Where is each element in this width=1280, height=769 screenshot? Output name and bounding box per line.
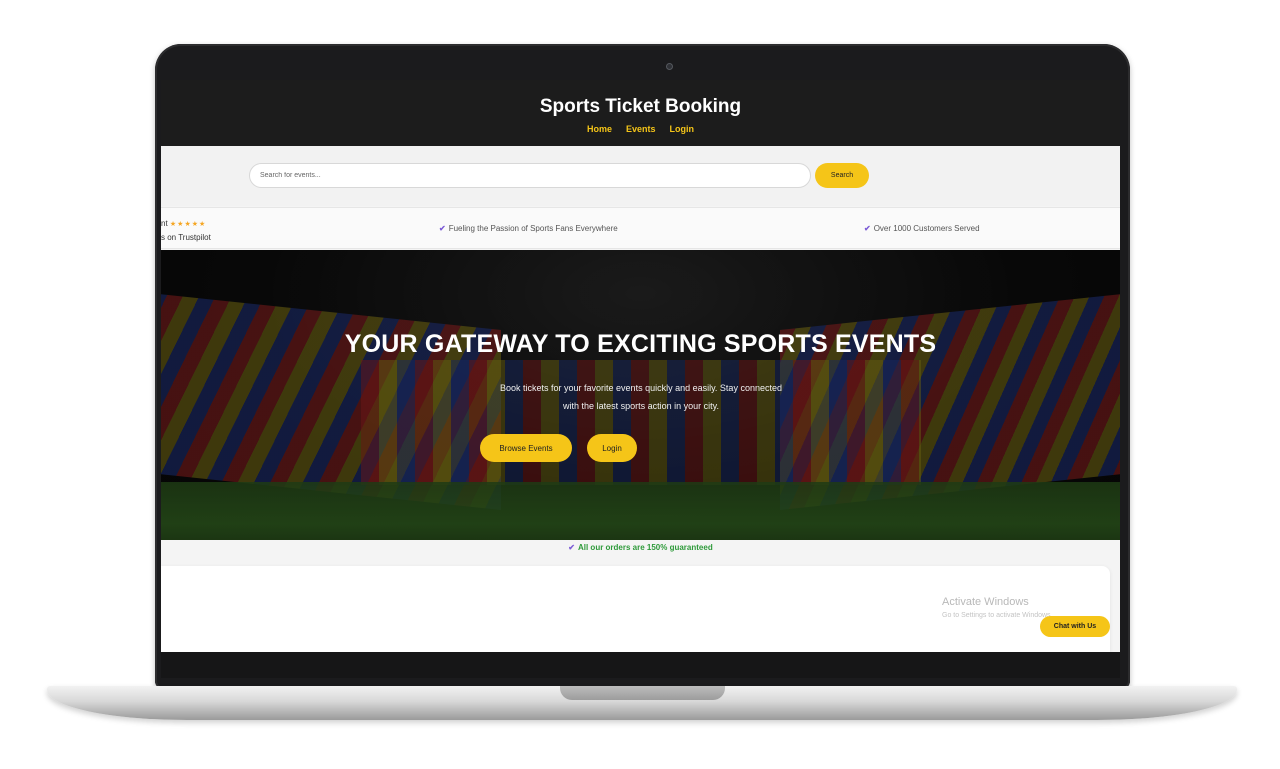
screen-bottom-bezel: [161, 652, 1120, 678]
trustpilot-rating: nt ★★★★★ s on Trustpilot: [161, 217, 211, 244]
check-icon: ✔: [864, 224, 871, 233]
trust-item-passion-label: Fueling the Passion of Sports Fans Every…: [448, 224, 618, 233]
hero-banner: YOUR GATEWAY TO EXCITING SPORTS EVENTS B…: [161, 250, 1120, 540]
laptop-screen: Sports Ticket Booking Home Events Login …: [161, 80, 1120, 652]
nav-login-link[interactable]: Login: [670, 124, 695, 134]
browse-events-button[interactable]: Browse Events: [480, 434, 572, 462]
trust-item-customers: ✔ Over 1000 Customers Served: [864, 224, 980, 233]
camera-icon: [666, 63, 673, 70]
site-header: Sports Ticket Booking Home Events Login: [161, 80, 1120, 146]
trust-bar: nt ★★★★★ s on Trustpilot ✔ Fueling the Pa…: [161, 207, 1120, 249]
star-icon: ★★★★★: [169, 221, 207, 228]
nav-home-link[interactable]: Home: [587, 124, 612, 134]
site-nav: Home Events Login: [161, 124, 1120, 134]
activate-windows-subtitle: Go to Settings to activate Windows.: [942, 612, 1053, 619]
search-input[interactable]: [249, 163, 811, 188]
guarantee-notice: ✔ All our orders are 150% guaranteed: [161, 543, 1120, 552]
site-title: Sports Ticket Booking: [539, 96, 742, 117]
content-card: [161, 566, 1110, 652]
hero-description-line-1: Book tickets for your favorite events qu…: [500, 383, 782, 393]
hero-title: YOUR GATEWAY TO EXCITING SPORTS EVENTS: [344, 330, 937, 358]
hero-description: Book tickets for your favorite events qu…: [361, 379, 921, 415]
check-icon: ✔: [568, 543, 575, 552]
stadium-pitch: [161, 482, 1120, 540]
chat-with-us-button[interactable]: Chat with Us: [1040, 616, 1110, 637]
search-button[interactable]: Search: [815, 163, 869, 188]
hero-login-button[interactable]: Login: [587, 434, 637, 462]
reviews-text: s on Trustpilot: [161, 233, 211, 242]
hero-description-line-2: with the latest sports action in your ci…: [563, 401, 719, 411]
search-section: Search: [161, 146, 1120, 206]
guarantee-text: All our orders are 150% guaranteed: [577, 543, 713, 552]
activate-windows-title: Activate Windows: [942, 596, 1029, 608]
rating-text: nt: [161, 219, 168, 228]
trust-item-passion: ✔ Fueling the Passion of Sports Fans Ever…: [439, 224, 618, 233]
laptop-base-notch: [560, 686, 725, 700]
nav-events-link[interactable]: Events: [626, 124, 656, 134]
trust-item-customers-label: Over 1000 Customers Served: [873, 224, 980, 233]
check-icon: ✔: [439, 224, 446, 233]
